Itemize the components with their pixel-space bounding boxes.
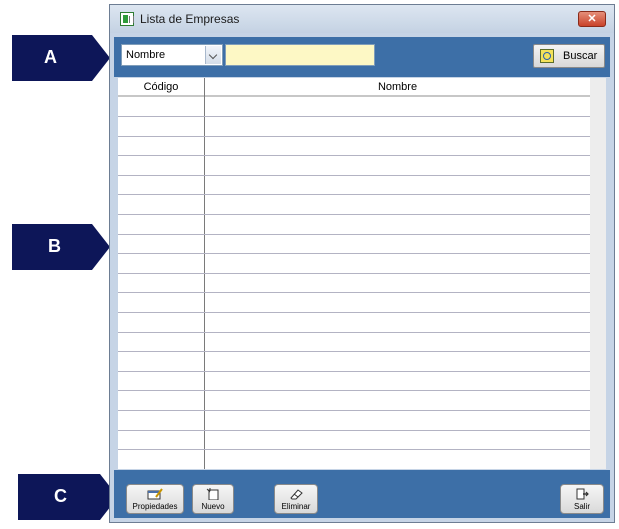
row-divider	[118, 273, 590, 274]
delete-button[interactable]: Eliminar	[274, 484, 318, 514]
row-divider	[118, 253, 590, 254]
window-title: Lista de Empresas	[140, 12, 240, 26]
search-bar: Nombre Buscar	[114, 37, 610, 77]
row-divider	[118, 390, 590, 391]
new-icon	[206, 488, 219, 500]
properties-icon	[147, 488, 163, 500]
properties-label: Propiedades	[132, 502, 178, 511]
search-field-select[interactable]: Nombre	[121, 44, 223, 66]
close-icon: ✕	[587, 13, 597, 25]
search-button[interactable]: Buscar	[533, 44, 605, 68]
eraser-icon	[290, 489, 303, 500]
new-button[interactable]: Nuevo	[192, 484, 234, 514]
row-divider	[118, 449, 590, 450]
callout-a: A	[12, 35, 110, 86]
column-header-code[interactable]: Código	[118, 81, 204, 93]
exit-button[interactable]: Salir	[560, 484, 604, 514]
properties-button[interactable]: Propiedades	[126, 484, 184, 514]
companies-table[interactable]: Código Nombre	[118, 78, 590, 469]
callout-c-label: C	[54, 486, 67, 506]
row-divider	[118, 214, 590, 215]
title-bar[interactable]: Lista de Empresas ✕	[110, 5, 614, 33]
table-scrollbar[interactable]	[590, 78, 606, 469]
search-button-label: Buscar	[563, 50, 598, 62]
row-divider	[118, 312, 590, 313]
row-divider	[118, 155, 590, 156]
action-toolbar: Propiedades Nuevo Eliminar Salir	[114, 470, 610, 518]
row-divider	[118, 136, 590, 137]
close-button[interactable]: ✕	[578, 11, 606, 27]
companies-window: Lista de Empresas ✕ Nombre Buscar Código…	[109, 4, 615, 523]
row-divider	[118, 234, 590, 235]
chevron-down-icon[interactable]	[205, 46, 221, 64]
callout-b-arrow	[12, 224, 110, 270]
row-divider	[118, 371, 590, 372]
row-divider	[118, 332, 590, 333]
row-divider	[118, 175, 590, 176]
callout-c-arrow	[18, 474, 118, 520]
column-header-name[interactable]: Nombre	[205, 81, 590, 93]
callout-a-label: A	[44, 47, 57, 67]
exit-label: Salir	[573, 502, 590, 511]
callout-a-arrow	[12, 35, 110, 81]
row-divider	[118, 292, 590, 293]
delete-label: Eliminar	[281, 502, 311, 511]
callout-b-label: B	[48, 236, 61, 256]
new-label: Nuevo	[201, 502, 225, 511]
callout-c: C	[18, 474, 118, 525]
callout-b: B	[12, 224, 110, 275]
row-divider	[118, 410, 590, 411]
row-divider	[118, 116, 590, 117]
spreadsheet-icon	[120, 12, 134, 26]
row-divider	[118, 351, 590, 352]
search-field-value: Nombre	[126, 49, 166, 61]
row-divider	[118, 194, 590, 195]
row-divider	[118, 430, 590, 431]
search-icon	[540, 49, 554, 63]
search-input[interactable]	[225, 44, 375, 66]
table-header: Código Nombre	[118, 78, 590, 97]
exit-icon	[576, 488, 589, 500]
